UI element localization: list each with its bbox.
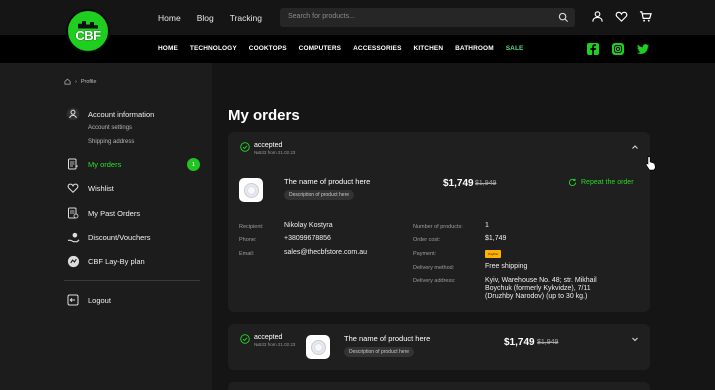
product-old-price: $1,949 [537, 339, 559, 346]
repeat-order-button[interactable]: Repeat the order [568, 178, 634, 187]
breadcrumb-separator: › [75, 78, 77, 85]
num-products-label: Number of products: [413, 224, 463, 230]
orders-icon [66, 157, 80, 171]
nav-tracking-link[interactable]: Tracking [230, 13, 262, 23]
sidebar-item-label: CBF Lay-By plan [88, 256, 145, 266]
category-cooktops[interactable]: COOKTOPS [249, 45, 287, 52]
category-nav: HOME TECHNOLOGY COOKTOPS COMPUTERS ACCES… [158, 45, 523, 52]
twitter-icon[interactable] [636, 42, 650, 56]
category-home[interactable]: HOME [158, 45, 178, 52]
sidebar-divider [64, 280, 200, 281]
phone-value: +38099678856 [284, 235, 331, 242]
product-name[interactable]: The name of product here [344, 334, 430, 343]
product-description: Description of product here [344, 347, 415, 357]
sidebar-item-discounts[interactable]: Discount/Vouchers [66, 230, 151, 244]
product-description: Description of product here [284, 190, 355, 200]
delivery-method-value: Free shipping [485, 263, 528, 270]
sidebar-item-wishlist[interactable]: Wishlist [66, 181, 114, 195]
sidebar-subitem-account-settings[interactable]: Account settings [88, 125, 132, 131]
product-price: $1,749 [504, 337, 535, 348]
heart-icon [66, 181, 80, 195]
sidebar-subitem-shipping-address[interactable]: Shipping address [88, 139, 134, 145]
product-old-price: $1,949 [475, 180, 497, 187]
breadcrumb: › Profile [64, 78, 96, 85]
nav-home-link[interactable]: Home [158, 13, 181, 23]
layby-plan-icon [66, 254, 80, 268]
cart-icon[interactable] [639, 10, 652, 23]
delivery-address-line-3: (Druzhby Narodov) (up to 30 kg.) [485, 293, 588, 300]
search-placeholder: Search for products... [288, 13, 355, 20]
recipient-value: Nikolay Kostyra [284, 222, 333, 229]
category-computers[interactable]: COMPUTERS [299, 45, 341, 52]
sidebar-item-past-orders[interactable]: My Past Orders [66, 206, 140, 220]
sidebar-item-label: My Past Orders [88, 208, 141, 218]
delivery-address-line-1: Kyiv, Warehouse No. 48; str. Mikhail [485, 277, 597, 284]
sidebar-item-account-info[interactable]: Account information [66, 107, 154, 121]
heart-icon[interactable] [615, 10, 628, 23]
delivery-address-label: Delivery address: [413, 278, 456, 284]
num-products-value: 1 [485, 222, 489, 229]
home-icon[interactable] [64, 78, 71, 85]
user-icon[interactable] [591, 10, 604, 23]
top-nav: Home Blog Tracking [158, 13, 262, 23]
sidebar-item-label: Discount/Vouchers [88, 232, 151, 242]
discount-hand-icon [66, 230, 80, 244]
logo-text: CBF [75, 27, 101, 43]
payment-label: Payment: [413, 251, 437, 257]
category-kitchen[interactable]: KITCHEN [414, 45, 444, 52]
sidebar-item-label: Logout [88, 295, 111, 305]
order-card-next [228, 382, 650, 390]
product-image[interactable] [239, 178, 263, 202]
sidebar-item-logout[interactable]: Logout [66, 293, 111, 307]
order-status-label: accepted [254, 334, 283, 341]
hand-cursor-icon [645, 156, 656, 171]
logo-buildings-icon [78, 20, 98, 29]
search-icon[interactable] [558, 12, 569, 23]
sidebar-item-my-orders[interactable]: My orders [66, 157, 121, 171]
page-title: My orders [228, 107, 300, 124]
chevron-up-icon[interactable] [631, 143, 639, 151]
order-cost-label: Order cost: [413, 237, 441, 243]
product-price: $1,749 [443, 178, 474, 189]
sidebar-item-label: Wishlist [88, 183, 114, 193]
check-circle-icon [240, 142, 250, 152]
payment-method-badge: PayPal [485, 250, 501, 258]
order-number-date: №533 from 21.02.23 [254, 342, 296, 347]
category-technology[interactable]: TECHNOLOGY [190, 45, 237, 52]
order-status-label: accepted [254, 142, 283, 149]
recipient-label: Recipient: [239, 224, 264, 230]
product-image[interactable] [306, 335, 330, 359]
past-orders-icon [66, 206, 80, 220]
product-name[interactable]: The name of product here [284, 177, 370, 186]
instagram-icon[interactable] [611, 42, 625, 56]
email-value: sales@thecbfstore.com.au [284, 249, 367, 256]
category-bathroom[interactable]: BATHROOM [455, 45, 494, 52]
email-label: Email: [239, 251, 255, 257]
order-status: accepted №533 from 21.02.23 [240, 334, 295, 347]
delivery-method-label: Delivery method: [413, 265, 455, 271]
order-status: accepted №533 from 21.02.23 [240, 142, 295, 155]
search-input[interactable]: Search for products... [280, 8, 575, 27]
logo[interactable]: CBF [66, 9, 110, 53]
sidebar-item-layby[interactable]: CBF Lay-By plan [66, 254, 145, 268]
order-card[interactable] [228, 324, 650, 370]
sidebar-item-label: Account information [88, 109, 155, 119]
logout-icon [66, 293, 80, 307]
sidebar-item-label: My orders [88, 159, 122, 169]
order-number-date: №533 from 21.02.23 [254, 150, 296, 155]
chevron-down-icon[interactable] [631, 335, 639, 343]
category-sale[interactable]: SALE [506, 45, 524, 52]
repeat-order-label: Repeat the order [581, 179, 634, 186]
order-cost-value: $1,749 [485, 235, 507, 242]
check-circle-icon [240, 334, 250, 344]
phone-label: Phone: [239, 237, 257, 243]
nav-blog-link[interactable]: Blog [197, 13, 214, 23]
delivery-address-line-2: Boychuk (formerly Kykvidze), 7/11 [485, 285, 591, 292]
facebook-icon[interactable] [586, 42, 600, 56]
orders-count-badge: 1 [187, 158, 200, 171]
repeat-icon [568, 178, 577, 187]
category-accessories[interactable]: ACCESSORIES [353, 45, 401, 52]
user-circle-icon [66, 107, 80, 121]
breadcrumb-current: Profile [80, 78, 97, 85]
